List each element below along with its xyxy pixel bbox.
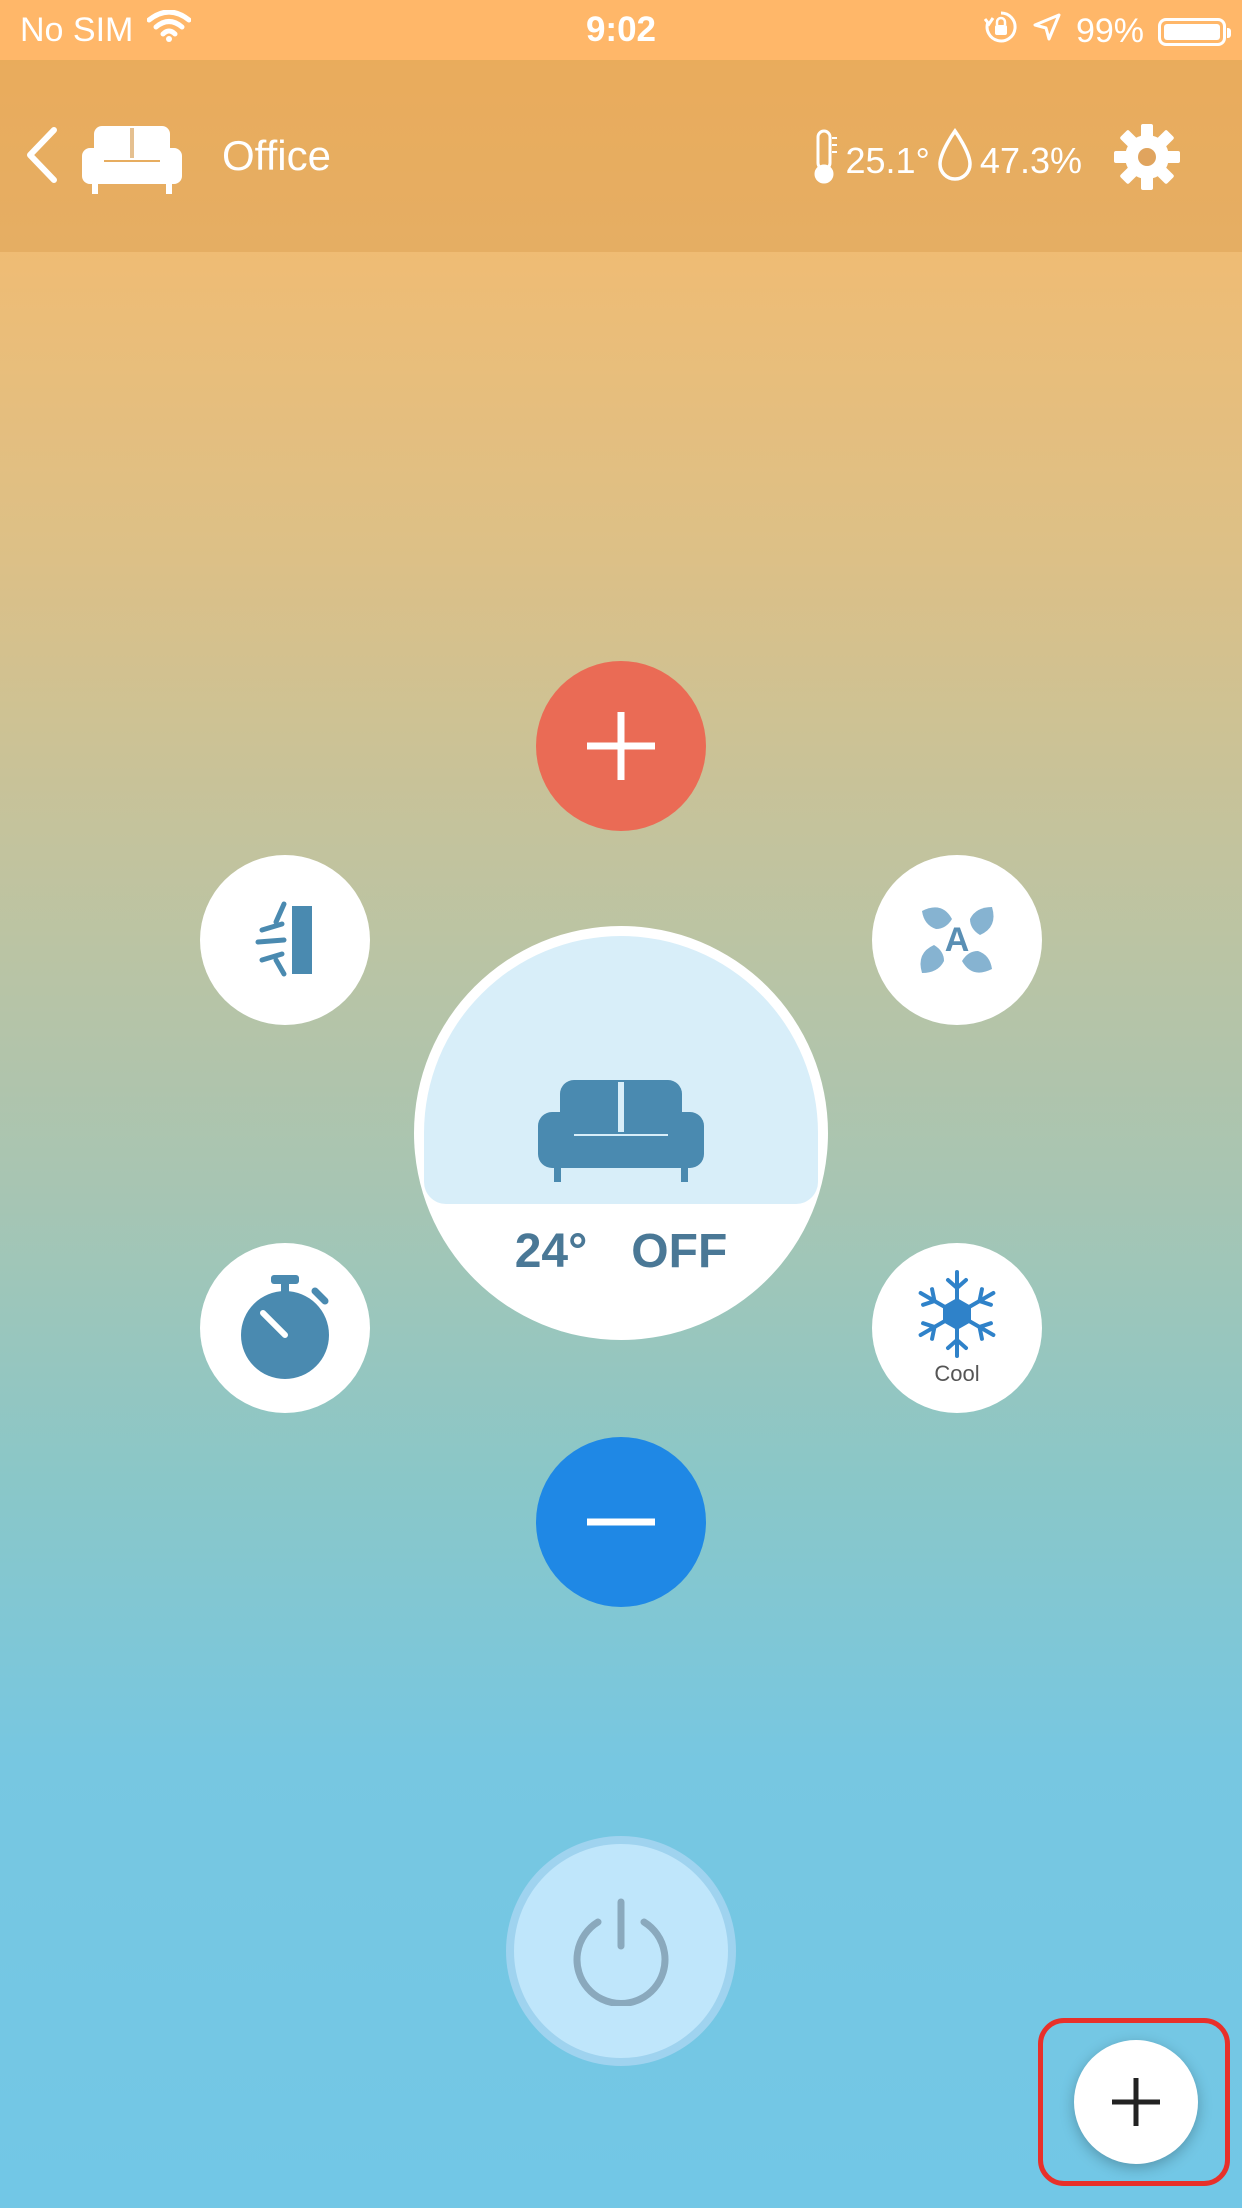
swing-button[interactable] — [200, 855, 370, 1025]
location-icon — [1032, 12, 1062, 51]
temperature-down-button[interactable] — [536, 1437, 706, 1607]
fan-auto-button[interactable]: A — [872, 855, 1042, 1025]
gear-icon — [1114, 124, 1180, 190]
status-bar: No SIM 9:02 99% — [0, 0, 1242, 60]
set-temperature: 24° — [514, 1225, 588, 1278]
power-button[interactable] — [514, 1844, 728, 2058]
temperature-up-button[interactable] — [536, 661, 706, 831]
power-icon — [573, 1898, 669, 2006]
settings-button[interactable] — [1112, 122, 1182, 192]
snowflake-icon — [918, 1270, 996, 1358]
room-temperature: 25.1° — [845, 139, 930, 181]
battery-icon — [1158, 17, 1231, 46]
room-humidity: 47.3% — [979, 139, 1082, 181]
timer-button[interactable] — [200, 1243, 370, 1413]
thermostat-dial: 24° OFF — [414, 926, 828, 1340]
battery-percent: 99% — [1075, 12, 1144, 50]
sofa-icon — [80, 122, 184, 194]
stopwatch-icon — [241, 1275, 329, 1379]
minus-icon — [587, 1518, 655, 1526]
dial-readout: 24° OFF — [414, 1224, 828, 1279]
status-right: 99% — [970, 10, 1231, 53]
thermometer-icon — [811, 128, 839, 193]
room-title: Office — [222, 132, 331, 179]
mode-label: Cool — [934, 1361, 980, 1386]
orientation-lock-icon — [983, 10, 1018, 53]
sofa-icon — [536, 1078, 706, 1187]
plus-icon — [587, 712, 655, 780]
power-state: OFF — [631, 1225, 728, 1278]
plus-icon — [1112, 2078, 1160, 2126]
mode-button[interactable]: Cool — [872, 1243, 1042, 1413]
climate-readout: 25.1° 47.3% — [811, 127, 1082, 193]
back-chevron-icon — [27, 127, 57, 183]
app-header: Office 25.1° 47.3% — [0, 60, 1242, 252]
add-device-button[interactable] — [1074, 2040, 1198, 2164]
back-button[interactable] — [18, 120, 68, 190]
droplet-icon — [936, 127, 974, 193]
svg-text:A: A — [945, 921, 970, 959]
fan-auto-icon: A — [920, 907, 994, 973]
swing-icon — [255, 901, 312, 977]
